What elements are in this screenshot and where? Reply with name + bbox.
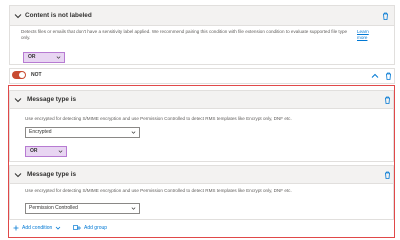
trash-icon[interactable] [383,171,391,179]
chevron-down-icon[interactable] [13,11,23,21]
chevron-down-icon [58,150,63,153]
add-group-icon [73,225,81,230]
chevron-down-icon [56,226,61,230]
chevron-down-icon [131,207,136,210]
operator-value: OR [30,148,38,154]
learn-more-link[interactable]: Learn more [357,29,379,41]
condition-card-content-not-labeled: Content is not labeled Detects files or … [9,5,395,65]
not-group-header [9,68,395,84]
plus-icon [13,225,19,231]
add-group-button[interactable]: Add group [73,225,107,231]
toggle-knob [19,72,25,78]
condition-card-message-type: Message type is Use encrypted for detect… [9,165,394,220]
not-label: NOT [31,72,42,78]
select-value: Encrypted [29,129,52,135]
not-toggle[interactable] [12,71,26,79]
condition-description: Use encrypted for detecting S/MIME encry… [25,188,292,193]
condition-card-message-type: Message type is Use encrypted for detect… [9,90,394,162]
chevron-up-icon[interactable] [370,71,380,81]
condition-card-header[interactable]: Message type is [10,91,393,109]
trash-icon[interactable] [384,72,392,80]
select-value: Permission Controlled [29,205,78,211]
chevron-down-icon [56,56,61,59]
add-group-label: Add group [84,225,108,231]
operator-dropdown[interactable]: OR [23,52,65,63]
chevron-down-icon [131,131,136,134]
add-bar: Add condition Add group [9,221,394,237]
condition-title: Message type is [27,96,77,103]
add-condition-label: Add condition [22,225,53,231]
condition-title: Message type is [27,171,77,178]
condition-description: Detects files or emails that don't have … [21,29,348,41]
condition-card-header[interactable]: Message type is [10,166,393,184]
condition-card-header[interactable]: Content is not labeled [10,6,394,26]
message-type-select[interactable]: Permission Controlled [25,203,140,214]
condition-title: Content is not labeled [25,12,92,19]
condition-description: Use encrypted for detecting S/MIME encry… [25,116,292,121]
trash-icon[interactable] [383,96,391,104]
trash-icon[interactable] [381,12,389,20]
operator-value: OR [28,54,36,60]
chevron-down-icon[interactable] [13,95,23,105]
operator-dropdown[interactable]: OR [25,146,67,157]
message-type-select[interactable]: Encrypted [25,127,140,138]
add-condition-button[interactable]: Add condition [13,225,61,231]
chevron-down-icon[interactable] [13,170,23,180]
